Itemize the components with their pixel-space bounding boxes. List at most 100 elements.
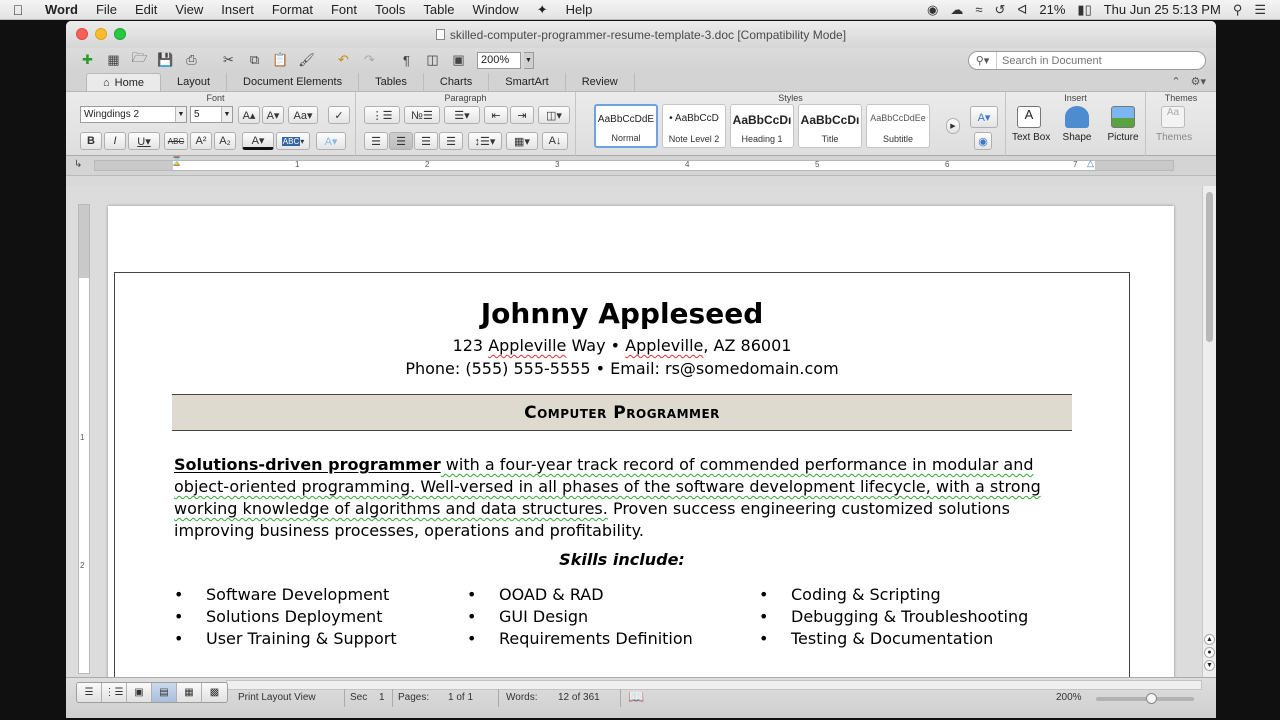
menu-font[interactable]: Font (322, 2, 366, 17)
change-case-button[interactable]: Aa▾ (288, 106, 318, 124)
font-size-combo[interactable]: 5 ▼ (190, 106, 233, 123)
multilevel-list-button[interactable]: ☰▾ (444, 106, 480, 124)
zoom-slider[interactable] (1096, 693, 1194, 704)
next-page-icon[interactable]: ▼ (1204, 660, 1215, 671)
search-icon[interactable]: ⚲▾ (969, 52, 997, 69)
outline-view-icon[interactable]: ⋮☰ (102, 683, 127, 702)
zoom-combo[interactable]: 200% (477, 51, 521, 69)
format-painter-icon[interactable]: 🖌 (295, 50, 318, 70)
strikethrough-button[interactable]: ABC (164, 132, 188, 150)
vertical-scrollbar[interactable]: ▲ ● ▼ (1202, 186, 1216, 677)
apple-menu-icon[interactable]:  (0, 2, 36, 18)
cloud-icon[interactable]: ☁ (950, 2, 963, 18)
borders-button[interactable]: ▦▾ (506, 132, 538, 150)
picture-button[interactable]: Picture (1106, 106, 1140, 143)
menu-tools[interactable]: Tools (366, 2, 414, 17)
highlight-button[interactable]: ABC ▾ (276, 132, 310, 150)
notification-list-icon[interactable]: ☰ (1254, 2, 1266, 18)
shape-button[interactable]: Shape (1060, 106, 1094, 143)
style-normal[interactable]: AaBbCcDdE Normal (594, 104, 658, 148)
draft-view-icon[interactable]: ☰ (77, 683, 102, 702)
tab-tables[interactable]: Tables (359, 73, 424, 91)
tab-layout[interactable]: Layout (161, 73, 228, 91)
open-icon[interactable]: 🗁 (128, 50, 151, 70)
clear-formatting-button[interactable]: ✓ (328, 106, 350, 124)
numbering-button[interactable]: №☰ (404, 106, 440, 124)
sidebar-icon[interactable]: ◫ (421, 50, 444, 70)
record-icon[interactable]: ◉ (927, 2, 938, 18)
bluetooth-icon[interactable]: ᐊ (1017, 2, 1027, 18)
decrease-indent-button[interactable]: ⇤ (484, 106, 508, 124)
ribbon-settings-icon[interactable]: ⚙▾ (1191, 75, 1206, 88)
templates-icon[interactable]: ▦ (102, 50, 125, 70)
styles-next-button[interactable]: ▶ (946, 118, 960, 134)
zoom-slider-handle[interactable] (1146, 693, 1157, 704)
line-spacing-button[interactable]: ↕☰▾ (468, 132, 502, 150)
undo-icon[interactable]: ↶ (332, 50, 355, 70)
browse-object-icon[interactable]: ● (1204, 647, 1215, 658)
menu-view[interactable]: View (166, 2, 212, 17)
publishing-view-icon[interactable]: ▣ (127, 683, 152, 702)
justify-button[interactable]: ☰ (439, 132, 463, 150)
superscript-button[interactable]: A² (190, 132, 212, 150)
shrink-font-button[interactable]: A▾ (262, 106, 284, 124)
show-formatting-icon[interactable]: ¶ (395, 50, 418, 70)
menu-format[interactable]: Format (263, 2, 322, 17)
new-document-icon[interactable]: ✚ (76, 50, 99, 70)
italic-button[interactable]: I (104, 132, 126, 150)
time-machine-icon[interactable]: ↺ (994, 2, 1005, 18)
save-icon[interactable]: 💾 (154, 50, 177, 70)
cut-icon[interactable]: ✂ (217, 50, 240, 70)
focus-view-icon[interactable]: ▩ (202, 683, 227, 702)
menu-clock[interactable]: Thu Jun 25 5:13 PM (1104, 2, 1221, 17)
text-box-button[interactable]: A Text Box (1012, 106, 1050, 143)
text-effects-button[interactable]: A▾ (316, 132, 346, 150)
paste-icon[interactable]: 📋 (269, 50, 292, 70)
collapse-ribbon-icon[interactable]: ⌃ (1171, 75, 1180, 88)
tab-document-elements[interactable]: Document Elements (227, 73, 360, 91)
horizontal-ruler[interactable]: 1 2 3 4 5 6 7 ⌛ △ (94, 156, 1174, 171)
tab-home[interactable]: ⌂ Home (86, 73, 161, 91)
manage-styles-icon[interactable]: ◉ (974, 132, 992, 150)
search-in-document-input[interactable] (997, 54, 1197, 67)
font-color-button[interactable]: A▾ (242, 132, 274, 150)
vertical-ruler[interactable]: 1 2 (78, 204, 90, 674)
redo-icon[interactable]: ↷ (358, 50, 381, 70)
proofing-status-icon[interactable]: 📖 (628, 689, 644, 705)
spotlight-search-icon[interactable]: ⚲ (1233, 2, 1243, 18)
menu-insert[interactable]: Insert (212, 2, 263, 17)
menu-table[interactable]: Table (414, 2, 463, 17)
styles-pane-icon[interactable]: A▾ (970, 106, 998, 128)
indent-marker-icon[interactable]: ⌛ (171, 156, 182, 167)
increase-indent-button[interactable]: ⇥ (510, 106, 534, 124)
copy-icon[interactable]: ⧉ (243, 50, 266, 70)
menu-help[interactable]: Help (557, 2, 602, 17)
bold-button[interactable]: B (80, 132, 102, 150)
columns-button[interactable]: ◫▾ (538, 106, 570, 124)
previous-page-icon[interactable]: ▲ (1204, 634, 1215, 645)
font-name-combo[interactable]: Wingdings 2 ▼ (80, 106, 187, 123)
subscript-button[interactable]: A₂ (214, 132, 236, 150)
tab-charts[interactable]: Charts (424, 73, 490, 91)
sort-button[interactable]: A↓ (542, 132, 568, 150)
themes-button[interactable]: Aa Themes (1156, 106, 1192, 143)
tab-review[interactable]: Review (566, 73, 635, 91)
print-layout-view-icon[interactable]: ▤ (152, 683, 177, 702)
battery-icon[interactable]: ▮▯ (1077, 2, 1091, 18)
align-left-button[interactable]: ☰ (364, 132, 388, 150)
menu-edit[interactable]: Edit (126, 2, 166, 17)
print-icon[interactable]: ⎙ (180, 50, 203, 70)
underline-button[interactable]: U▾ (128, 132, 160, 150)
horizontal-scrollbar[interactable] (226, 680, 1202, 690)
grow-font-button[interactable]: A▴ (238, 106, 260, 124)
menu-window[interactable]: Window (463, 2, 527, 17)
vertical-scroll-thumb[interactable] (1206, 192, 1213, 342)
script-menu-icon[interactable]: ✦ (528, 2, 557, 18)
zoom-dropdown-arrow[interactable]: ▼ (524, 51, 534, 69)
style-subtitle[interactable]: AaBbCcDdEe Subtitle (866, 104, 930, 148)
tab-smartart[interactable]: SmartArt (489, 73, 566, 91)
notebook-view-icon[interactable]: ▦ (177, 683, 202, 702)
style-title[interactable]: AaBbCcDı Title (798, 104, 862, 148)
media-browser-icon[interactable]: ▣ (447, 50, 470, 70)
tab-selector-icon[interactable]: ↳ (74, 159, 88, 173)
